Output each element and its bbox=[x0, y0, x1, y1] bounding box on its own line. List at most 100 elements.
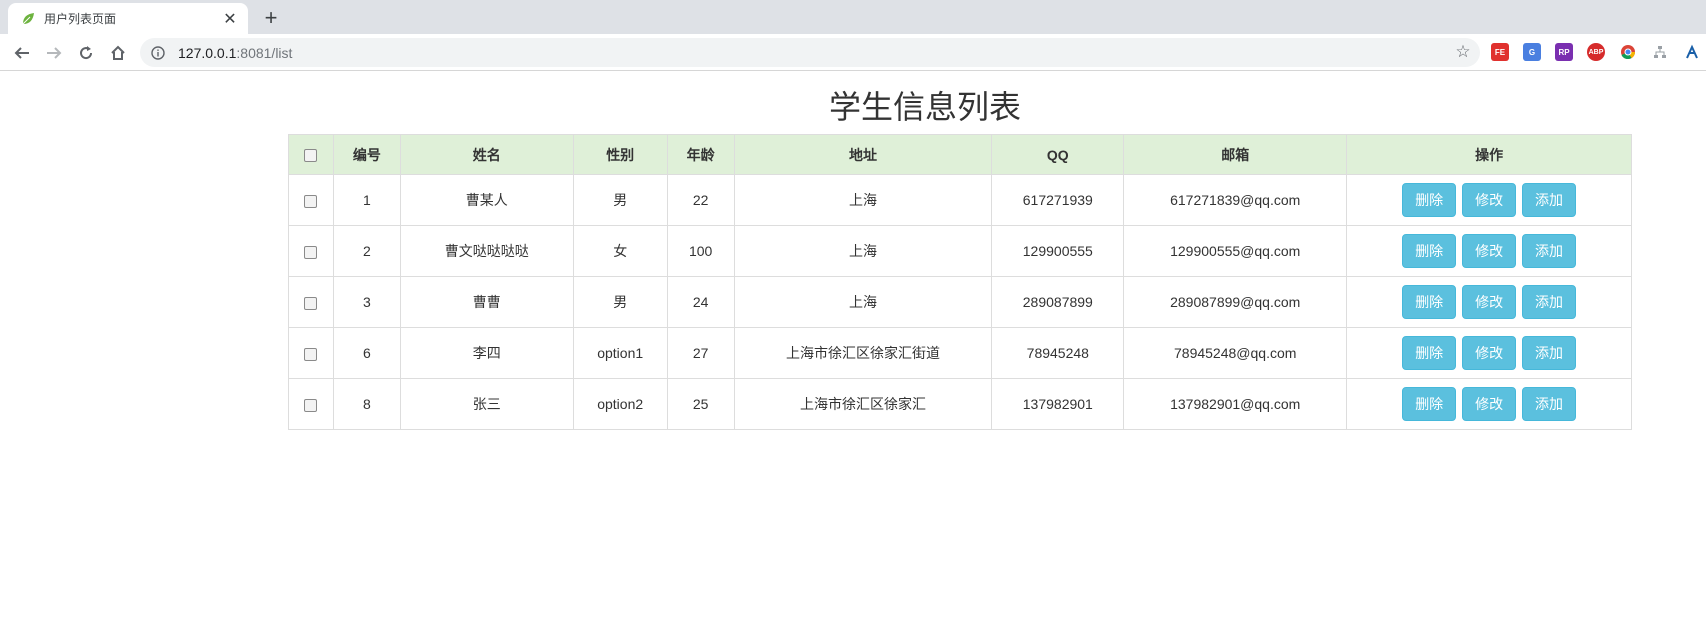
cell-qq: 289087899 bbox=[991, 276, 1125, 328]
cell-gender: 男 bbox=[572, 276, 668, 328]
row-checkbox[interactable] bbox=[304, 398, 318, 412]
row-select-cell bbox=[288, 174, 334, 226]
cell-age: 22 bbox=[666, 174, 735, 226]
cell-gender: 女 bbox=[572, 225, 668, 277]
add-button[interactable]: 添加 bbox=[1521, 387, 1576, 421]
table-row: 8 张三 option2 25 上海市徐汇区徐家汇 137982901 1379… bbox=[288, 378, 1632, 430]
row-select-cell bbox=[288, 276, 334, 328]
cell-address: 上海 bbox=[733, 276, 993, 328]
cell-actions: 删除 修改 添加 bbox=[1346, 225, 1632, 277]
cell-actions: 删除 修改 添加 bbox=[1346, 174, 1632, 226]
table-row: 2 曹文哒哒哒哒 女 100 上海 129900555 129900555@qq… bbox=[288, 225, 1632, 277]
fe-extension-icon[interactable]: FE bbox=[1491, 43, 1509, 61]
header-name: 姓名 bbox=[399, 134, 574, 175]
sitemap-extension-icon[interactable] bbox=[1651, 43, 1669, 61]
rp-extension-icon[interactable]: RP bbox=[1555, 43, 1573, 61]
url-text: 127.0.0.1:8081/list bbox=[178, 45, 292, 61]
row-checkbox[interactable] bbox=[304, 296, 318, 310]
tab-title: 用户列表页面 bbox=[44, 12, 117, 26]
row-checkbox[interactable] bbox=[304, 245, 318, 259]
info-icon[interactable] bbox=[150, 45, 166, 61]
delete-button[interactable]: 删除 bbox=[1402, 336, 1457, 370]
cell-email: 129900555@qq.com bbox=[1123, 225, 1348, 277]
select-all-cell bbox=[288, 134, 334, 175]
header-gender: 性别 bbox=[572, 134, 668, 175]
translate-extension-icon[interactable]: G bbox=[1523, 43, 1541, 61]
row-select-cell bbox=[288, 327, 334, 379]
cell-age: 24 bbox=[666, 276, 735, 328]
abp-extension-icon[interactable]: ABP bbox=[1587, 43, 1605, 61]
row-checkbox[interactable] bbox=[304, 194, 318, 208]
add-button[interactable]: 添加 bbox=[1521, 183, 1576, 217]
edit-button[interactable]: 修改 bbox=[1462, 234, 1517, 268]
cell-gender: 男 bbox=[572, 174, 668, 226]
cell-id: 3 bbox=[332, 276, 401, 328]
delete-button[interactable]: 删除 bbox=[1402, 285, 1457, 319]
row-checkbox[interactable] bbox=[304, 347, 318, 361]
address-bar[interactable]: 127.0.0.1:8081/list ☆ bbox=[140, 38, 1480, 67]
leaf-icon bbox=[20, 11, 36, 27]
add-button[interactable]: 添加 bbox=[1521, 336, 1576, 370]
cell-address: 上海市徐汇区徐家汇 bbox=[733, 378, 993, 430]
cell-qq: 78945248 bbox=[991, 327, 1125, 379]
cell-name: 李四 bbox=[399, 327, 574, 379]
browser-tab[interactable]: 用户列表页面 ✕ bbox=[8, 3, 248, 34]
home-icon[interactable] bbox=[104, 39, 132, 67]
header-email: 邮箱 bbox=[1123, 134, 1348, 175]
delete-button[interactable]: 删除 bbox=[1402, 234, 1457, 268]
table-row: 6 李四 option1 27 上海市徐汇区徐家汇街道 78945248 789… bbox=[288, 327, 1632, 379]
header-address: 地址 bbox=[733, 134, 993, 175]
cell-gender: option2 bbox=[572, 378, 668, 430]
cell-name: 曹曹 bbox=[399, 276, 574, 328]
delete-button[interactable]: 删除 bbox=[1402, 387, 1457, 421]
forward-icon[interactable] bbox=[40, 39, 68, 67]
edit-button[interactable]: 修改 bbox=[1462, 336, 1517, 370]
student-table: 编号 姓名 性别 年龄 地址 QQ 邮箱 操作 1 曹某人 男 22 上海 61… bbox=[288, 134, 1632, 430]
cell-qq: 617271939 bbox=[991, 174, 1125, 226]
cell-address: 上海市徐汇区徐家汇街道 bbox=[733, 327, 993, 379]
cell-name: 张三 bbox=[399, 378, 574, 430]
cell-id: 8 bbox=[332, 378, 401, 430]
add-button[interactable]: 添加 bbox=[1521, 285, 1576, 319]
cell-age: 25 bbox=[666, 378, 735, 430]
cell-name: 曹某人 bbox=[399, 174, 574, 226]
new-tab-button[interactable]: + bbox=[258, 5, 284, 31]
reload-icon[interactable] bbox=[72, 39, 100, 67]
cell-id: 1 bbox=[332, 174, 401, 226]
header-qq: QQ bbox=[991, 134, 1125, 175]
row-select-cell bbox=[288, 378, 334, 430]
table-row: 1 曹某人 男 22 上海 617271939 617271839@qq.com… bbox=[288, 174, 1632, 226]
header-id: 编号 bbox=[332, 134, 401, 175]
header-age: 年龄 bbox=[666, 134, 735, 175]
delete-button[interactable]: 删除 bbox=[1402, 183, 1457, 217]
tab-close-icon[interactable]: ✕ bbox=[218, 7, 242, 31]
edit-button[interactable]: 修改 bbox=[1462, 285, 1517, 319]
cell-email: 289087899@qq.com bbox=[1123, 276, 1348, 328]
back-icon[interactable] bbox=[8, 39, 36, 67]
cell-qq: 137982901 bbox=[991, 378, 1125, 430]
page-title: 学生信息列表 bbox=[828, 89, 1021, 125]
url-host: 127.0.0.1 bbox=[178, 44, 237, 61]
add-button[interactable]: 添加 bbox=[1521, 234, 1576, 268]
row-select-cell bbox=[288, 225, 334, 277]
bookmark-star-icon[interactable]: ☆ bbox=[1452, 41, 1474, 63]
tab-strip: 用户列表页面 ✕ + bbox=[0, 0, 1706, 34]
select-all-checkbox[interactable] bbox=[304, 149, 318, 163]
browser-toolbar: 127.0.0.1:8081/list ☆ FE G RP ABP bbox=[0, 34, 1706, 71]
cell-actions: 删除 修改 添加 bbox=[1346, 327, 1632, 379]
cell-qq: 129900555 bbox=[991, 225, 1125, 277]
cell-address: 上海 bbox=[733, 174, 993, 226]
cell-email: 137982901@qq.com bbox=[1123, 378, 1348, 430]
edit-button[interactable]: 修改 bbox=[1462, 387, 1517, 421]
network-extension-icon[interactable] bbox=[1683, 43, 1701, 61]
chrome-extension-icon[interactable] bbox=[1619, 43, 1637, 61]
cell-email: 617271839@qq.com bbox=[1123, 174, 1348, 226]
table-header-row: 编号 姓名 性别 年龄 地址 QQ 邮箱 操作 bbox=[288, 134, 1632, 175]
cell-gender: option1 bbox=[572, 327, 668, 379]
cell-actions: 删除 修改 添加 bbox=[1346, 276, 1632, 328]
cell-name: 曹文哒哒哒哒 bbox=[399, 225, 574, 277]
url-path: :8081/list bbox=[236, 44, 293, 61]
edit-button[interactable]: 修改 bbox=[1462, 183, 1517, 217]
cell-actions: 删除 修改 添加 bbox=[1346, 378, 1632, 430]
cell-id: 6 bbox=[332, 327, 401, 379]
